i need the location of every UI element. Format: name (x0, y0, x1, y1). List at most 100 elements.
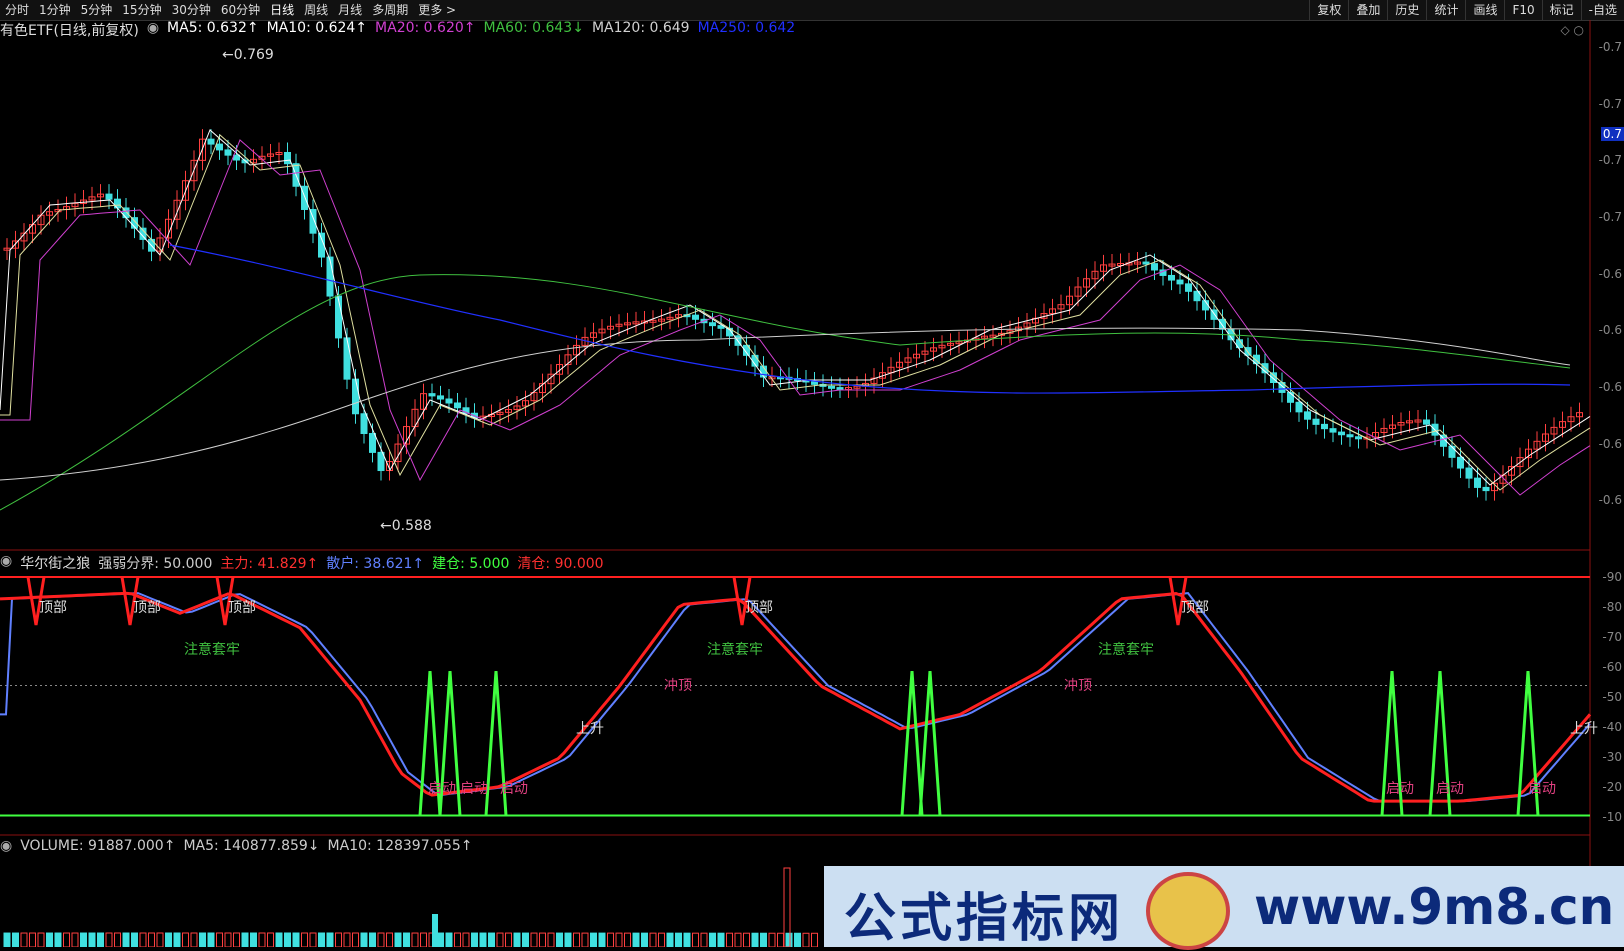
volume-bar (539, 932, 546, 947)
volume-bar (717, 932, 725, 947)
volume-bar (37, 932, 45, 947)
high-price-label: ←0.769 (222, 47, 274, 63)
axis-label: -0.6 (1598, 323, 1622, 338)
volume-bar (751, 932, 759, 947)
axis-label: -60 (1602, 660, 1622, 674)
candle (216, 143, 223, 151)
volume-bar (29, 932, 36, 947)
volume-bar (598, 932, 606, 947)
candle (1329, 428, 1337, 433)
volume-bar (488, 932, 495, 947)
volume-bar (445, 932, 453, 947)
volume-bar (479, 932, 487, 947)
volume-bar (241, 932, 249, 947)
volume-bar (709, 932, 716, 947)
axis-label: -30 (1602, 750, 1622, 764)
volume-bar (131, 932, 138, 947)
caution-annotation: 注意套牢 (1098, 641, 1154, 658)
candle (1321, 423, 1328, 430)
ma120-line (0, 327, 1571, 481)
candle (360, 413, 368, 435)
volume-bar (190, 932, 198, 947)
candle (105, 193, 113, 200)
volume-bar (794, 932, 801, 947)
candle (343, 337, 351, 380)
ma250-line (169, 244, 1571, 394)
volume-bar (20, 932, 28, 947)
volume-bar (386, 932, 393, 947)
price-axis: -0.7 -0.7 -0.7 -0.7 -0.6 -0.6 -0.6 -0.6 -0.6 (1594, 40, 1624, 550)
candle (1465, 467, 1473, 479)
axis-label: -0.7 (1598, 153, 1622, 168)
volume-bar (394, 932, 402, 947)
volume-bar (292, 932, 300, 947)
axis-label: -40 (1602, 720, 1622, 734)
volume-bar (607, 932, 614, 947)
volume-bar (666, 932, 674, 947)
price-chart[interactable]: ←0.769 ←0.588 顶部 顶部 顶部 顶部 顶部注意套牢 注意套牢 注意套牢冲顶 冲顶上升… (0, 0, 1624, 947)
top-annotation: 顶部 (1181, 600, 1209, 616)
candle (207, 138, 215, 145)
candle (1142, 261, 1150, 265)
volume-bar (530, 932, 538, 947)
candle (1151, 263, 1158, 271)
volume-bar (432, 914, 438, 947)
candle (1304, 411, 1311, 420)
volume-bar (641, 932, 648, 947)
volume-bar (505, 932, 512, 947)
candle (1338, 431, 1345, 436)
axis-label: -10 (1602, 810, 1622, 824)
candle (1457, 456, 1464, 469)
axis-label: -70 (1602, 630, 1622, 644)
volume-bar (802, 932, 810, 947)
volume-bar (768, 932, 776, 947)
volume-bar (182, 932, 189, 947)
rise-annotation: 上升 (576, 721, 604, 737)
candle (1312, 418, 1320, 425)
volume-bar (165, 932, 172, 947)
volume-bar (63, 932, 70, 947)
volume-bar (726, 932, 733, 947)
volume-bar (360, 932, 368, 947)
candle (335, 295, 342, 339)
volume-bar (522, 932, 529, 947)
volume-bar (284, 932, 291, 947)
volume-bar (547, 932, 555, 947)
watermark-logo-icon (1146, 872, 1230, 950)
volume-bar (556, 932, 563, 947)
volume-bar (114, 932, 121, 947)
candle (1355, 436, 1362, 440)
volume-bar (80, 932, 87, 947)
axis-label: -80 (1602, 600, 1622, 614)
candle (1176, 279, 1184, 285)
candle (836, 387, 844, 391)
candle (1168, 274, 1175, 281)
volume-bar (173, 932, 181, 947)
volume-bar (275, 932, 283, 947)
volume-bar (369, 932, 376, 947)
top-annotation: 顶部 (745, 600, 773, 616)
volume-bar (335, 932, 342, 947)
candle (233, 154, 240, 161)
start-signal-spike (900, 671, 924, 816)
candle (445, 398, 453, 404)
volume-bar (301, 932, 308, 947)
top-annotation: 顶部 (133, 600, 161, 616)
start-annotation: 启动 (1436, 781, 1464, 797)
top-annotation: 顶部 (228, 600, 256, 616)
top-annotation: 顶部 (39, 600, 67, 616)
volume-bar (743, 932, 750, 947)
mainforce-line (0, 591, 1592, 803)
volume-bar (624, 932, 631, 947)
start-annotation: 启动 (1528, 781, 1556, 797)
ma60-line (0, 274, 1571, 511)
volume-bar (471, 932, 478, 947)
volume-bar (250, 932, 257, 947)
candle (692, 314, 699, 320)
axis-label: -20 (1602, 780, 1622, 794)
volume-bar (420, 932, 427, 947)
volume-bar (97, 932, 104, 947)
volume-bar (462, 932, 470, 947)
axis-label: -0.7 (1598, 96, 1622, 111)
candle (437, 395, 444, 400)
